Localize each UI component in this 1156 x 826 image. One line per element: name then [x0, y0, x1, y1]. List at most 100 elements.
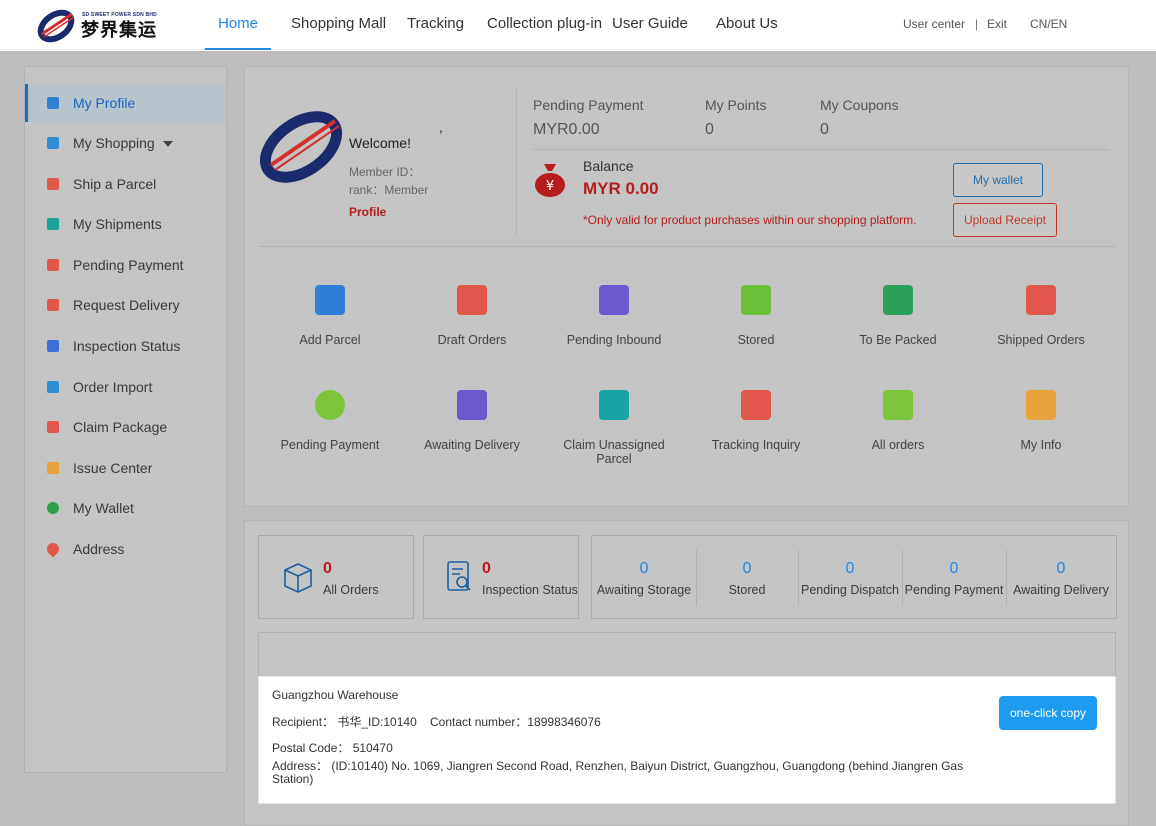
- one-click-copy-button[interactable]: one-click copy: [999, 696, 1097, 730]
- sidebar-item-label: Order Import: [73, 379, 153, 395]
- quick-stored[interactable]: Stored: [691, 285, 821, 347]
- stat-awaiting-delivery[interactable]: 0 Awaiting Delivery: [1006, 536, 1116, 618]
- quick-tracking-inquiry[interactable]: Tracking Inquiry: [691, 390, 821, 452]
- sidebar-item-label: My Shopping: [73, 124, 173, 162]
- inbound-icon: [599, 285, 629, 315]
- warehouse-address-card: Guangzhou Warehouse Recipient： 书华_ID:101…: [258, 676, 1116, 804]
- quick-action-label: Shipped Orders: [997, 333, 1085, 347]
- stat-value: 0: [845, 560, 855, 577]
- sidebar-item-request-delivery[interactable]: Request Delivery: [25, 286, 226, 324]
- nav-shopping-mall[interactable]: Shopping Mall: [291, 0, 386, 50]
- stat-pending-payment[interactable]: 0 Pending Payment: [902, 536, 1006, 618]
- warehouse-title: Guangzhou Warehouse: [272, 688, 399, 702]
- sidebar-item-my-shopping[interactable]: My Shopping: [25, 124, 226, 162]
- member-id: Member ID：: [349, 165, 421, 179]
- quick-claim-unassigned[interactable]: Claim Unassigned Parcel: [549, 390, 679, 466]
- stat-pending-dispatch[interactable]: 0 Pending Dispatch: [798, 536, 902, 618]
- nav-tracking[interactable]: Tracking: [407, 0, 464, 50]
- quick-action-label: Add Parcel: [299, 333, 361, 347]
- summary-divider: [533, 149, 1109, 150]
- nav-user-guide[interactable]: User Guide: [612, 0, 688, 50]
- exit-link[interactable]: Exit: [987, 17, 1007, 31]
- stat-all-orders[interactable]: 0 All Orders: [258, 535, 414, 619]
- location-icon: [44, 540, 62, 558]
- calendar-icon: [47, 462, 59, 474]
- truck-icon: [1026, 285, 1056, 315]
- sidebar-item-label: Ship a Parcel: [73, 176, 157, 192]
- stat-value: 0: [742, 560, 752, 577]
- stat-label: Pending Payment: [904, 583, 1004, 597]
- inspection-doc-icon: [447, 561, 471, 591]
- stat-stored[interactable]: 0 Stored: [696, 536, 798, 618]
- quick-to-be-packed[interactable]: To Be Packed: [833, 285, 963, 347]
- sidebar-item-label: Inspection Status: [73, 338, 181, 354]
- points-value: 0: [705, 121, 714, 138]
- welcome-text: Welcome!: [349, 135, 411, 151]
- balance-label: Balance: [583, 158, 634, 174]
- nav-collection-plugin[interactable]: Collection plug-in: [487, 0, 602, 50]
- vertical-divider: [516, 89, 517, 237]
- sidebar-item-label: Issue Center: [73, 460, 153, 476]
- coupons-label: My Coupons: [820, 97, 899, 113]
- cube-icon: [47, 218, 59, 230]
- language-switch[interactable]: CN/EN: [1030, 17, 1067, 31]
- sidebar-item-my-profile[interactable]: My Profile: [25, 84, 226, 122]
- id-card-icon: [1026, 390, 1056, 420]
- balance-value: MYR 0.00: [583, 179, 659, 198]
- sidebar-item-order-import[interactable]: Order Import: [25, 368, 226, 406]
- parcel-icon: [47, 178, 59, 190]
- sidebar-item-label: My Shipments: [73, 216, 162, 232]
- sidebar: My Profile My Shopping Ship a Parcel My …: [24, 66, 227, 773]
- quick-action-label: Draft Orders: [437, 333, 507, 347]
- sidebar-item-claim-package[interactable]: Claim Package: [25, 408, 226, 446]
- quick-awaiting-delivery[interactable]: Awaiting Delivery: [407, 390, 537, 452]
- brand-logo[interactable]: SD SWEET POWER SDN BHD 梦界集运: [34, 4, 164, 46]
- quick-pending-payment[interactable]: Pending Payment: [265, 390, 395, 452]
- logo-emblem-icon: [37, 9, 75, 43]
- quick-draft-orders[interactable]: Draft Orders: [407, 285, 537, 347]
- wallet-icon: [47, 502, 59, 514]
- upload-receipt-button[interactable]: Upload Receipt: [953, 203, 1057, 237]
- stat-inspection-status[interactable]: 0 Inspection Status: [423, 535, 579, 619]
- quick-my-info[interactable]: My Info: [976, 390, 1106, 452]
- warehouse-card-header: [258, 632, 1116, 678]
- warehouse-postal-code: Postal Code： 510470: [272, 741, 393, 755]
- stat-label: Awaiting Storage: [596, 583, 692, 597]
- sidebar-item-address[interactable]: Address: [25, 530, 226, 568]
- sidebar-item-label: My Wallet: [73, 500, 134, 516]
- sidebar-item-label: Pending Payment: [73, 257, 184, 273]
- my-wallet-button[interactable]: My wallet: [953, 163, 1043, 197]
- points-label: My Points: [705, 97, 767, 113]
- balance-note: *Only valid for product purchases within…: [583, 213, 917, 227]
- stat-label: Stored: [728, 583, 766, 597]
- inspection-icon: [47, 340, 59, 352]
- stat-value: 0: [323, 560, 332, 577]
- draft-icon: [457, 285, 487, 315]
- quick-shipped-orders[interactable]: Shipped Orders: [976, 285, 1106, 347]
- coupons-value: 0: [820, 121, 829, 138]
- sidebar-item-my-shipments[interactable]: My Shipments: [25, 205, 226, 243]
- yen-icon: [315, 390, 345, 420]
- sidebar-item-ship-a-parcel[interactable]: Ship a Parcel: [25, 165, 226, 203]
- sidebar-item-inspection-status[interactable]: Inspection Status: [25, 327, 226, 365]
- sidebar-item-issue-center[interactable]: Issue Center: [25, 449, 226, 487]
- sidebar-item-my-wallet[interactable]: My Wallet: [25, 489, 226, 527]
- welcome-comma: ,: [439, 119, 443, 135]
- nav-about-us[interactable]: About Us: [716, 0, 778, 50]
- warehouse-contact: Contact number：18998346076: [430, 715, 601, 729]
- quick-all-orders[interactable]: All orders: [833, 390, 963, 452]
- profile-link[interactable]: Profile: [349, 205, 386, 219]
- stat-awaiting-storage[interactable]: 0 Awaiting Storage: [592, 536, 696, 618]
- stored-icon: [741, 285, 771, 315]
- pen-icon: [47, 259, 59, 271]
- user-center-link[interactable]: User center: [903, 17, 965, 31]
- stat-status-group: 0 Awaiting Storage 0 Stored 0 Pending Di…: [591, 535, 1117, 619]
- sidebar-item-pending-payment[interactable]: Pending Payment: [25, 246, 226, 284]
- quick-pending-inbound[interactable]: Pending Inbound: [549, 285, 679, 347]
- list-icon: [883, 390, 913, 420]
- stat-value: 0: [1056, 560, 1066, 577]
- claim-icon: [47, 421, 59, 433]
- nav-home[interactable]: Home: [205, 0, 271, 50]
- quick-add-parcel[interactable]: Add Parcel: [265, 285, 395, 347]
- stat-value: 0: [949, 560, 959, 577]
